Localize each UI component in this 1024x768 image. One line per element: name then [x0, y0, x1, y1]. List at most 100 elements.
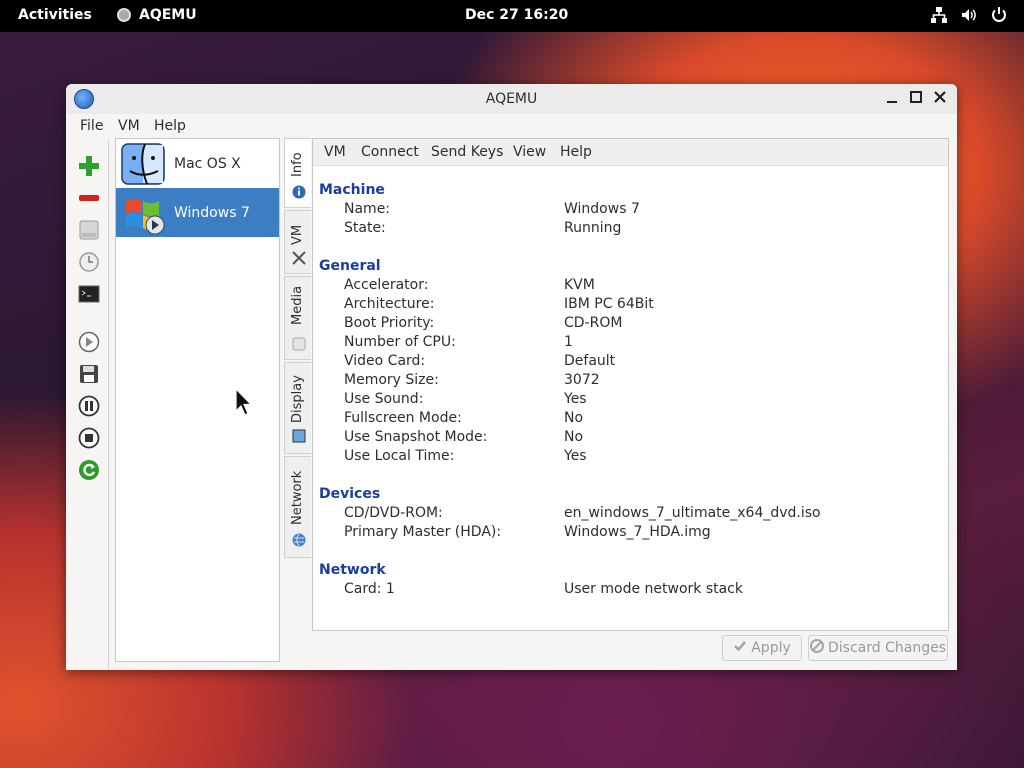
info-label: Use Local Time: — [344, 448, 455, 464]
volume-icon[interactable] — [960, 6, 978, 24]
vm-list-item-macos[interactable]: Mac OS X — [116, 139, 279, 188]
top-bar: Activities AQEMU Dec 27 16:20 — [0, 0, 1024, 32]
info-value: No — [564, 410, 584, 426]
aqemu-app-icon — [117, 8, 131, 22]
panel-menu-vm[interactable]: VM — [324, 144, 346, 160]
info-label: State: — [344, 220, 386, 236]
power-icon[interactable] — [990, 6, 1008, 24]
info-value: User mode network stack — [564, 581, 743, 597]
info-label: Accelerator: — [344, 277, 429, 293]
apply-button-label: Apply — [751, 640, 791, 656]
vm-list-item-windows7[interactable]: Windows 7 — [116, 188, 279, 237]
section-devices: Devices — [319, 486, 381, 502]
tab-info-label: Info — [290, 152, 305, 177]
reset-icon[interactable] — [77, 458, 101, 482]
info-value: IBM PC 64Bit — [564, 296, 654, 312]
disc-icon — [292, 337, 306, 351]
info-label: Video Card: — [344, 353, 426, 369]
network-icon[interactable] — [930, 6, 948, 24]
remove-vm-icon[interactable] — [77, 186, 101, 210]
info-value: KVM — [564, 277, 595, 293]
info-label: Primary Master (HDA): — [344, 524, 502, 540]
panel-menu-send-keys[interactable]: Send Keys — [431, 144, 503, 160]
discard-button-label: Discard Changes — [828, 640, 946, 656]
window-title: AQEMU — [485, 91, 538, 107]
info-label: Fullscreen Mode: — [344, 410, 462, 426]
tab-network-label: Network — [290, 470, 305, 525]
apply-button[interactable]: Apply — [722, 635, 802, 661]
info-label: Name: — [344, 201, 391, 217]
section-general: General — [319, 258, 381, 274]
cancel-icon — [810, 639, 824, 657]
side-tabs: Info VM Media Display Network — [284, 138, 312, 558]
vm-label-macos: Mac OS X — [174, 155, 241, 172]
info-label: Architecture: — [344, 296, 435, 312]
info-value: Yes — [564, 391, 587, 407]
menu-file[interactable]: File — [80, 118, 103, 134]
start-icon[interactable] — [77, 330, 101, 354]
minimize-icon[interactable] — [885, 90, 899, 104]
vm-toolbar — [72, 140, 109, 670]
info-value: Windows_7_HDA.img — [564, 524, 711, 540]
info-label: Memory Size: — [344, 372, 439, 388]
clock[interactable]: Dec 27 16:20 — [465, 7, 568, 23]
info-label: Boot Priority: — [344, 315, 435, 331]
info-value: Default — [564, 353, 616, 369]
vm-list: Mac OS X Windows 7 — [115, 138, 280, 662]
terminal-icon[interactable] — [77, 282, 101, 306]
mouse-cursor-icon — [235, 387, 255, 418]
info-value: en_windows_7_ultimate_x64_dvd.iso — [564, 505, 821, 521]
stop-icon[interactable] — [77, 426, 101, 450]
tab-media[interactable]: Media — [284, 276, 311, 360]
maximize-icon[interactable] — [909, 90, 923, 104]
info-value: CD-ROM — [564, 315, 623, 331]
monitor-icon — [292, 429, 306, 443]
info-value: Yes — [564, 448, 587, 464]
tab-display[interactable]: Display — [284, 362, 311, 454]
tab-vm[interactable]: VM — [284, 210, 311, 274]
info-label: Number of CPU: — [344, 334, 456, 350]
info-panel-menubar: VM Connect Send Keys View Help — [313, 139, 948, 166]
check-icon — [733, 639, 747, 657]
save-icon[interactable] — [77, 362, 101, 386]
info-value: No — [564, 429, 584, 445]
pause-icon[interactable] — [77, 394, 101, 418]
tab-media-label: Media — [290, 285, 305, 325]
app-menu[interactable]: AQEMU — [117, 7, 197, 23]
system-tray[interactable] — [930, 6, 1008, 24]
info-value: Windows 7 — [564, 201, 640, 217]
info-label: Use Sound: — [344, 391, 424, 407]
menu-vm[interactable]: VM — [118, 118, 140, 134]
section-network: Network — [319, 562, 386, 578]
section-machine: Machine — [319, 182, 385, 198]
macos-finder-icon — [120, 142, 166, 186]
main-menubar: File VM Help — [66, 114, 957, 138]
add-vm-icon[interactable] — [77, 154, 101, 178]
discard-changes-button[interactable]: Discard Changes — [808, 635, 948, 661]
info-value: Running — [564, 220, 622, 236]
tab-vm-label: VM — [290, 224, 305, 245]
close-icon[interactable] — [933, 90, 947, 104]
info-icon — [292, 185, 306, 199]
info-label: CD/DVD-ROM: — [344, 505, 443, 521]
info-label: Use Snapshot Mode: — [344, 429, 488, 445]
tab-display-label: Display — [290, 375, 305, 423]
info-label: Card: 1 — [344, 581, 395, 597]
tab-network[interactable]: Network — [284, 456, 311, 558]
info-value: 1 — [564, 334, 573, 350]
tab-info[interactable]: Info — [284, 138, 311, 208]
panel-menu-view[interactable]: View — [513, 144, 546, 160]
title-bar[interactable]: AQEMU — [66, 84, 957, 114]
globe-icon — [292, 533, 306, 547]
info-value: 3072 — [564, 372, 600, 388]
aqemu-window: AQEMU File VM Help Mac OS X Windows 7 In… — [66, 84, 957, 670]
clock-icon[interactable] — [77, 250, 101, 274]
activities-button[interactable]: Activities — [18, 7, 92, 23]
menu-help[interactable]: Help — [154, 118, 186, 134]
info-panel: VM Connect Send Keys View Help Machine N… — [312, 138, 949, 631]
panel-menu-connect[interactable]: Connect — [361, 144, 419, 160]
vm-label-windows7: Windows 7 — [174, 204, 250, 221]
windows-logo-icon — [120, 191, 166, 235]
panel-menu-help[interactable]: Help — [560, 144, 592, 160]
hard-disk-icon[interactable] — [77, 218, 101, 242]
